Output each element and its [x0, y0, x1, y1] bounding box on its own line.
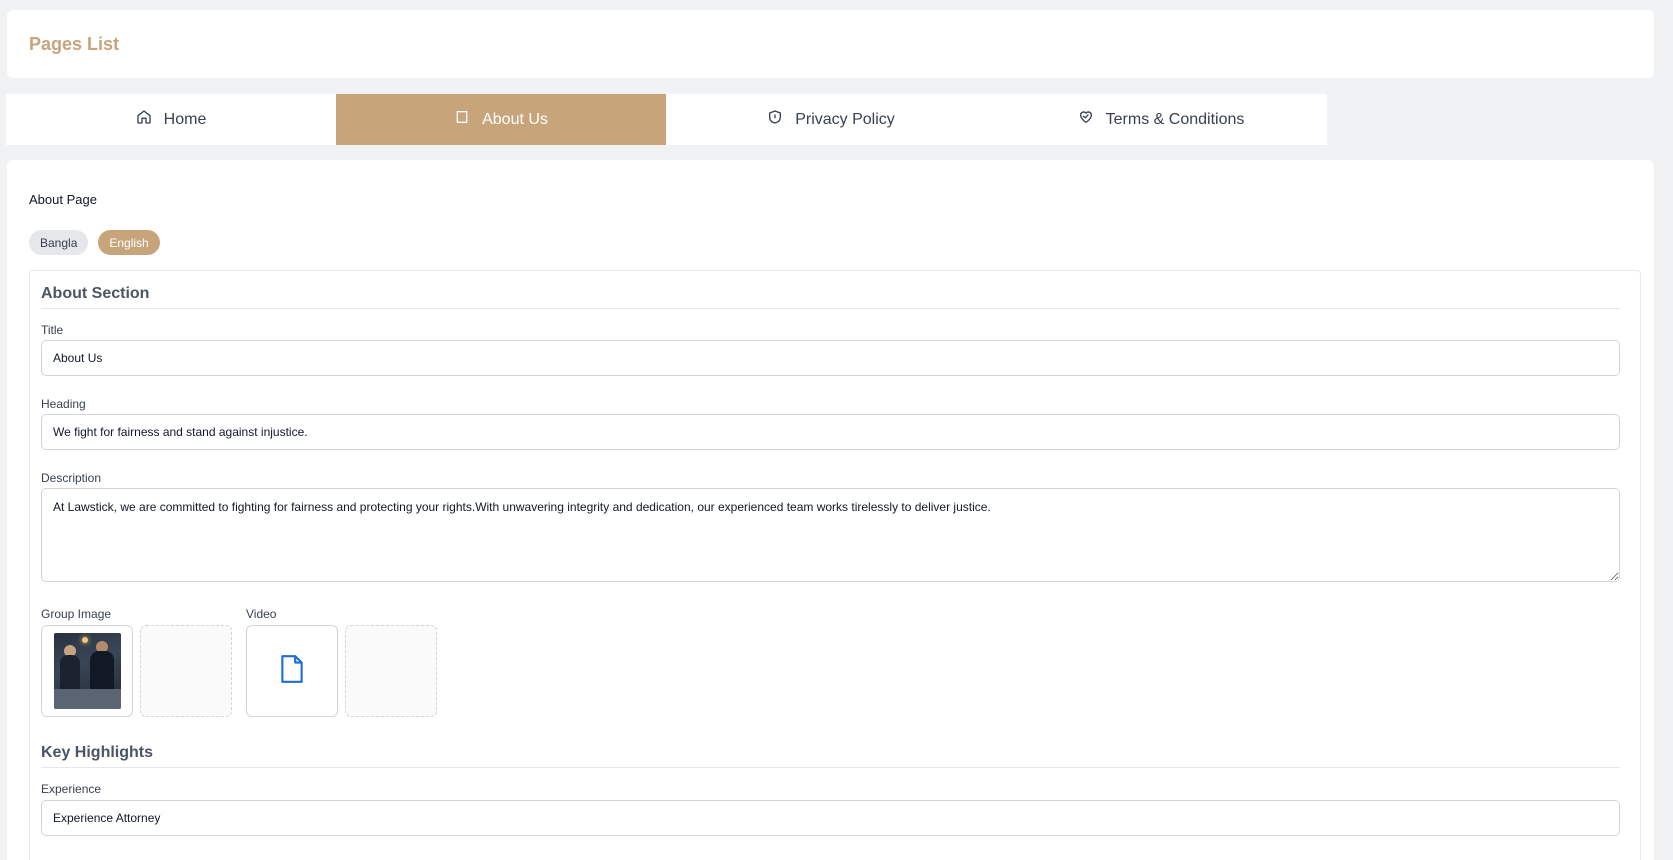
experience-label: Experience	[41, 782, 102, 796]
content-card: About Page Bangla English About Section …	[7, 160, 1654, 860]
page-tabs: Home About Us Privacy Policy Terms & Con…	[6, 94, 1327, 145]
tab-home[interactable]: Home	[6, 94, 336, 145]
square-icon	[454, 109, 470, 130]
title-label: Title	[41, 323, 64, 337]
tab-about-us[interactable]: About Us	[336, 94, 666, 145]
section-divider	[41, 767, 1620, 768]
page-title: Pages List	[29, 34, 120, 54]
tab-terms-conditions[interactable]: Terms & Conditions	[996, 94, 1326, 145]
title-input[interactable]	[41, 340, 1620, 376]
about-section-panel: About Section Title Heading Description …	[29, 270, 1641, 860]
group-image-upload-slot[interactable]	[140, 625, 232, 717]
language-bangla-button[interactable]: Bangla	[29, 230, 89, 255]
tab-home-label: Home	[163, 110, 207, 128]
group-image-thumbnail[interactable]	[41, 625, 133, 717]
video-label: Video	[246, 607, 277, 621]
page-section-label: About Page	[29, 192, 97, 207]
tab-privacy-policy-label: Privacy Policy	[795, 110, 895, 128]
group-image-photo	[53, 633, 121, 709]
shield-icon	[767, 109, 783, 130]
tab-privacy-policy[interactable]: Privacy Policy	[666, 94, 996, 145]
language-switcher: Bangla English	[29, 230, 160, 255]
experience-input[interactable]	[41, 800, 1620, 836]
tab-about-us-label: About Us	[482, 110, 548, 128]
heading-label: Heading	[41, 397, 86, 411]
page-header: Pages List	[7, 10, 1654, 78]
group-image-label: Group Image	[41, 607, 112, 621]
video-thumbnail[interactable]	[246, 625, 338, 717]
key-highlights-title: Key Highlights	[41, 744, 154, 761]
heart-handshake-icon	[1078, 109, 1094, 130]
file-icon	[279, 654, 305, 689]
about-section-title: About Section	[41, 285, 150, 302]
language-english-button[interactable]: English	[98, 230, 160, 255]
description-textarea[interactable]: At Lawstick, we are committed to fightin…	[41, 488, 1620, 582]
description-label: Description	[41, 471, 102, 485]
video-upload-slot[interactable]	[345, 625, 437, 717]
section-divider	[41, 308, 1620, 309]
home-icon	[136, 109, 152, 130]
heading-input[interactable]	[41, 414, 1620, 450]
tab-terms-conditions-label: Terms & Conditions	[1105, 110, 1245, 128]
